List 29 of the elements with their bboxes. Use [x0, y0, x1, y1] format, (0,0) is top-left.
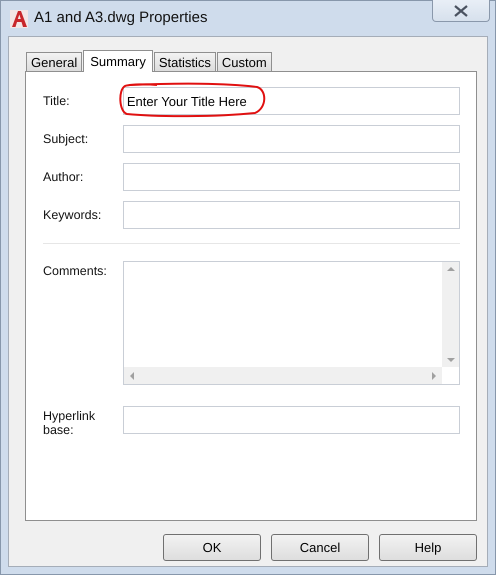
scroll-left-icon[interactable]: [130, 372, 134, 380]
scroll-right-icon[interactable]: [432, 372, 436, 380]
horizontal-scrollbar[interactable]: [124, 367, 442, 384]
app-logo-icon: [10, 10, 28, 28]
comments-field[interactable]: [122, 261, 460, 385]
scroll-up-icon[interactable]: [446, 267, 454, 271]
tab[interactable]: Custom: [216, 52, 272, 71]
text-field[interactable]: [122, 406, 460, 434]
field-label: Title:: [43, 94, 71, 108]
tab[interactable]: Statistics: [154, 52, 216, 71]
field-label: Comments:: [43, 263, 108, 278]
window-title: A1 and A3.dwg Properties: [34, 9, 208, 26]
close-button[interactable]: [432, 0, 490, 22]
scroll-down-icon[interactable]: [446, 358, 454, 362]
text-field[interactable]: Enter Your Title Here: [122, 87, 460, 115]
text-field[interactable]: [122, 163, 460, 191]
field-label: Author:: [43, 170, 84, 184]
field-label: Subject:: [43, 132, 90, 146]
dialog-button[interactable]: Cancel: [271, 534, 369, 561]
text-field[interactable]: [122, 201, 460, 229]
close-icon: [454, 4, 468, 16]
field-label: Hyperlink base:: [43, 408, 96, 437]
tab[interactable]: General: [26, 52, 82, 71]
tab[interactable]: Summary: [83, 50, 153, 72]
dialog-button[interactable]: Help: [379, 534, 477, 561]
text-field[interactable]: [122, 125, 460, 153]
field-label: Keywords:: [43, 208, 102, 222]
vertical-scrollbar[interactable]: [442, 262, 459, 367]
dialog-button[interactable]: OK: [163, 534, 261, 561]
